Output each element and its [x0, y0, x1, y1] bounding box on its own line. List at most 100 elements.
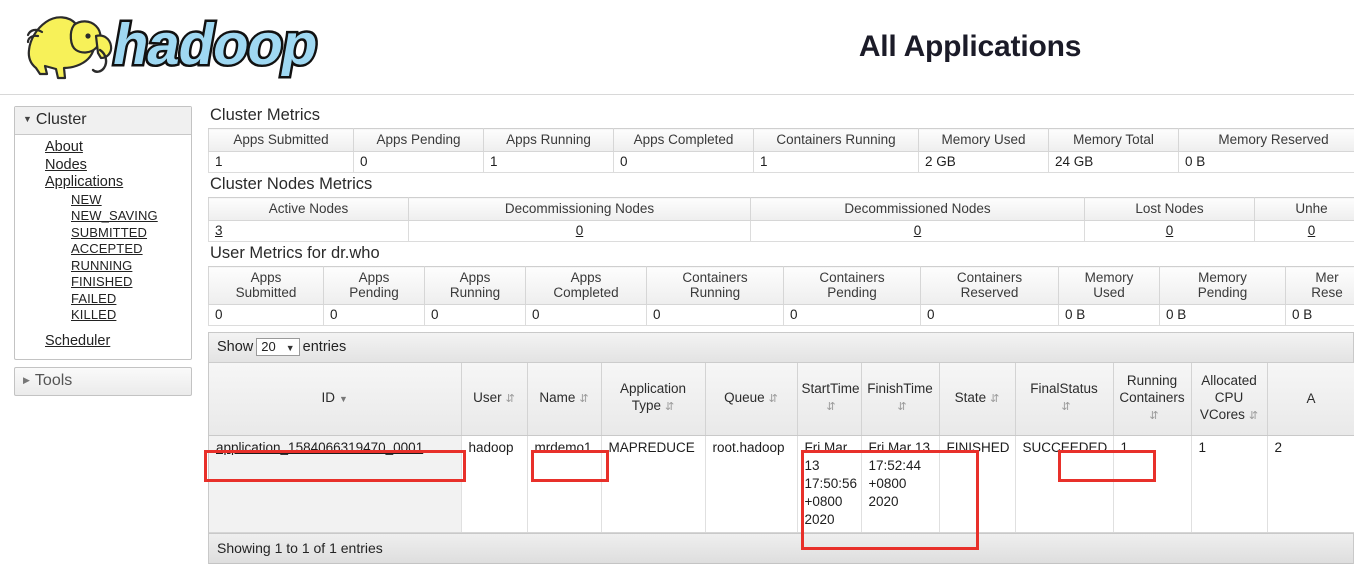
col-memory-used: Memory Used	[918, 128, 1049, 152]
show-entries-bar: Show 20 ▼ entries	[209, 332, 1353, 363]
entries-label: entries	[302, 338, 347, 355]
entries-per-page-value: 20	[261, 339, 276, 354]
cell-application-id[interactable]: application_1584066319470_0001	[209, 435, 462, 533]
col-user-memory-used: Memory Used	[1058, 266, 1160, 305]
sidebar-item-nodes[interactable]: Nodes	[15, 157, 191, 175]
sidebar-item-scheduler[interactable]: Scheduler	[15, 333, 191, 351]
sort-both-icon[interactable]: ⇵	[502, 393, 515, 405]
val-user-memory-pending: 0 B	[1159, 304, 1286, 326]
lost-nodes-link[interactable]: 0	[1166, 223, 1174, 238]
chevron-down-icon: ▼	[285, 343, 295, 353]
hdr-line1: Memory	[1198, 270, 1247, 285]
sidebar-item-finished[interactable]: FINISHED	[15, 274, 191, 291]
hdr-line2: Rese	[1311, 285, 1343, 300]
col-queue[interactable]: Queue ⇵	[705, 363, 798, 436]
col-containers-running: Containers Running	[753, 128, 919, 152]
cell-allocated-cpu-vcores: 1	[1191, 435, 1268, 533]
val-lost-nodes[interactable]: 0	[1084, 220, 1255, 242]
page-header: hadoop All Applications	[0, 0, 1354, 95]
col-finish-time[interactable]: FinishTime ⇵	[861, 363, 940, 436]
hdr-line1: Containers	[956, 270, 1023, 285]
sidebar-item-killed[interactable]: KILLED	[15, 307, 191, 324]
sidebar-item-running[interactable]: RUNNING	[15, 258, 191, 275]
val-user-memory-used: 0 B	[1058, 304, 1160, 326]
hdr-line1: Apps	[570, 270, 602, 285]
hdr-line2: Pending	[1197, 285, 1248, 300]
sort-desc-icon[interactable]: ▼	[335, 394, 348, 404]
val-active-nodes[interactable]: 3	[208, 220, 409, 242]
sidebar-item-submitted[interactable]: SUBMITTED	[15, 225, 191, 242]
col-start-time[interactable]: StartTime ⇵	[797, 363, 862, 436]
sort-both-icon[interactable]: ⇵	[986, 393, 999, 405]
sidebar-item-new[interactable]: NEW	[15, 192, 191, 209]
cell-truncated: 2	[1267, 435, 1354, 533]
sidebar-item-accepted[interactable]: ACCEPTED	[15, 241, 191, 258]
hdr-line2: Completed	[553, 285, 619, 300]
col-truncated[interactable]: A	[1267, 363, 1354, 436]
decommissioning-nodes-link[interactable]: 0	[576, 223, 584, 238]
col-allocated-cpu-vcores[interactable]: Allocated CPU VCores ⇵	[1191, 363, 1268, 436]
sidebar-item-failed[interactable]: FAILED	[15, 291, 191, 308]
cluster-nav-header[interactable]: ▼ Cluster	[15, 107, 191, 135]
val-apps-completed: 0	[613, 151, 754, 173]
col-id[interactable]: ID ▼	[209, 363, 462, 436]
sort-both-icon[interactable]: ⇵	[1245, 410, 1258, 422]
sidebar-item-applications[interactable]: Applications	[15, 174, 191, 192]
col-memory-total: Memory Total	[1048, 128, 1179, 152]
val-decommissioned-nodes[interactable]: 0	[750, 220, 1085, 242]
tools-nav-header[interactable]: ▶ Tools	[15, 368, 191, 395]
col-running-containers[interactable]: Running Containers ⇵	[1113, 363, 1192, 436]
application-id-link[interactable]: application_1584066319470_0001	[216, 440, 423, 455]
table-header-row: Apps Submitted Apps Pending Apps Running…	[208, 128, 1354, 152]
yarn-resourcemanager-page: hadoop All Applications ▼ Cluster About N…	[0, 0, 1354, 582]
sort-both-icon[interactable]: ⇵	[765, 393, 778, 405]
col-application-type[interactable]: Application Type ⇵	[601, 363, 706, 436]
val-memory-total: 24 GB	[1048, 151, 1179, 173]
sidebar-item-new-saving[interactable]: NEW_SAVING	[15, 208, 191, 225]
col-name[interactable]: Name ⇵	[527, 363, 602, 436]
col-state[interactable]: State ⇵	[939, 363, 1016, 436]
table-row: 0 0 0 0 0 0 0 0 B 0 B 0 B	[208, 304, 1354, 326]
col-final-status[interactable]: FinalStatus ⇵	[1015, 363, 1114, 436]
col-alloc-cpu-line2: CPU	[1214, 389, 1244, 405]
col-user-apps-running: Apps Running	[424, 266, 526, 305]
hdr-line1: Memory	[1084, 270, 1134, 285]
col-user-apps-pending: Apps Pending	[323, 266, 425, 305]
col-id-label: ID	[321, 389, 336, 405]
table-row: 1 0 1 0 1 2 GB 24 GB 0 B	[208, 151, 1354, 173]
entries-per-page-select[interactable]: 20 ▼	[256, 338, 300, 356]
val-user-containers-pending: 0	[783, 304, 921, 326]
sort-both-icon[interactable]: ⇵	[822, 401, 835, 413]
col-user-apps-submitted: Apps Submitted	[208, 266, 324, 305]
col-unhealthy-nodes: Unhe	[1254, 197, 1354, 221]
sidebar-item-about[interactable]: About	[15, 139, 191, 157]
val-user-memory-reserved: 0 B	[1285, 304, 1354, 326]
active-nodes-link[interactable]: 3	[215, 223, 223, 238]
col-active-nodes: Active Nodes	[208, 197, 409, 221]
val-decommissioning-nodes[interactable]: 0	[408, 220, 751, 242]
col-user[interactable]: User ⇵	[461, 363, 528, 436]
col-queue-label: Queue	[724, 389, 765, 405]
tools-nav-label: Tools	[34, 372, 73, 389]
hdr-line2: Running	[689, 285, 741, 300]
col-app-type-line2: Type	[631, 398, 662, 414]
tools-nav-box[interactable]: ▶ Tools	[14, 367, 192, 396]
cluster-nav-body: About Nodes Applications NEW NEW_SAVING …	[15, 135, 191, 359]
sort-both-icon[interactable]: ⇵	[893, 401, 906, 413]
show-label: Show	[217, 338, 254, 355]
sort-both-icon[interactable]: ⇵	[661, 401, 674, 413]
val-apps-running: 1	[483, 151, 614, 173]
sort-both-icon[interactable]: ⇵	[575, 393, 588, 405]
col-running-containers-line2: Containers	[1119, 389, 1185, 405]
val-containers-running: 1	[753, 151, 919, 173]
sort-both-icon[interactable]: ⇵	[1145, 410, 1158, 422]
cluster-metrics-title: Cluster Metrics	[210, 106, 321, 124]
val-unhealthy-nodes[interactable]: 0	[1254, 220, 1354, 242]
col-user-containers-reserved: Containers Reserved	[920, 266, 1059, 305]
cell-user: hadoop	[461, 435, 528, 533]
unhealthy-nodes-link[interactable]: 0	[1308, 223, 1316, 238]
col-user-containers-pending: Containers Pending	[783, 266, 921, 305]
decommissioned-nodes-link[interactable]: 0	[914, 223, 922, 238]
sort-both-icon[interactable]: ⇵	[1057, 401, 1070, 413]
col-lost-nodes: Lost Nodes	[1084, 197, 1255, 221]
